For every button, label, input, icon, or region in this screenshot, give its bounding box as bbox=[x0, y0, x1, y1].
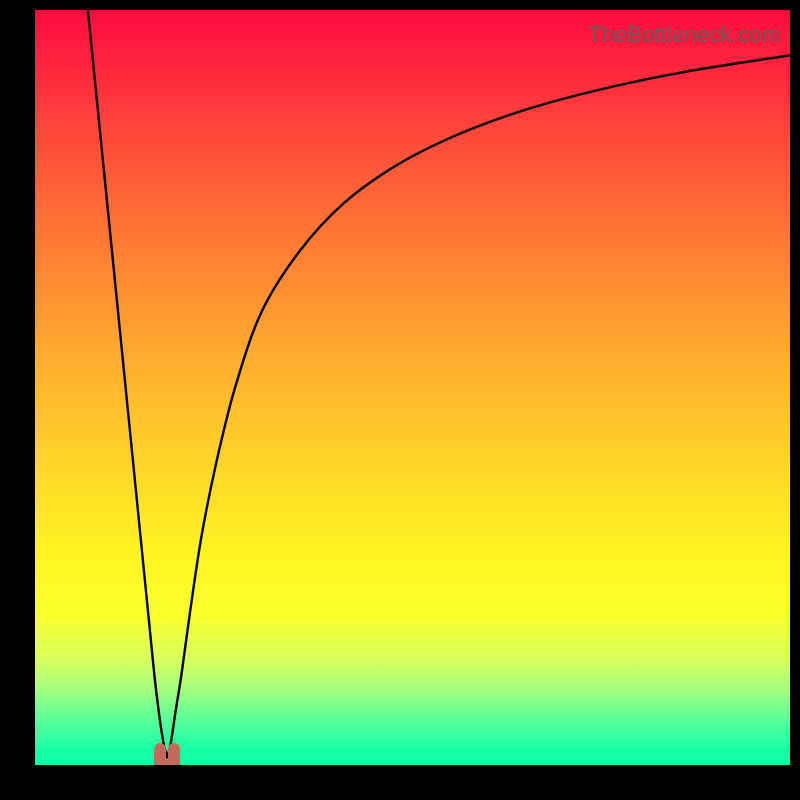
curve-left bbox=[88, 10, 167, 757]
chart-frame: TheBottleneck.com bbox=[0, 0, 800, 800]
curve-right bbox=[167, 55, 790, 757]
plot-area: TheBottleneck.com bbox=[35, 10, 790, 765]
notch-icon bbox=[154, 743, 180, 765]
curve-layer bbox=[35, 10, 790, 765]
notch-marker bbox=[150, 739, 184, 765]
